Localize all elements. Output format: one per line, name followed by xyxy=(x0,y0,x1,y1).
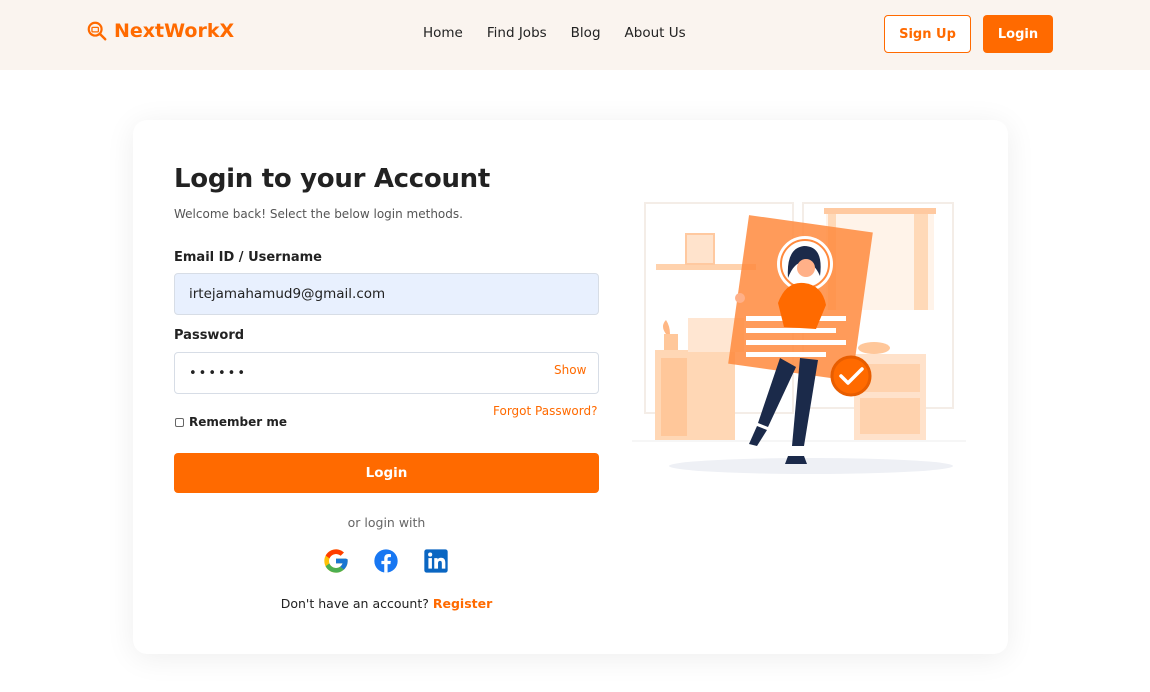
social-login-buttons xyxy=(322,547,450,575)
register-link[interactable]: Register xyxy=(433,596,492,611)
remember-me-checkbox[interactable] xyxy=(175,417,184,427)
forgot-password-link[interactable]: Forgot Password? xyxy=(493,404,597,418)
page-title: Login to your Account xyxy=(174,164,491,194)
or-login-with-text: or login with xyxy=(347,515,426,530)
password-input[interactable]: •••••• xyxy=(174,352,599,394)
register-prompt: Don't have an account? Register xyxy=(174,596,599,611)
password-input-value: •••••• xyxy=(189,365,248,381)
nav-link-about-us[interactable]: About Us xyxy=(625,25,686,41)
remember-me-label: Remember me xyxy=(189,415,287,429)
facebook-icon[interactable] xyxy=(372,547,400,575)
search-logo-icon xyxy=(87,21,107,41)
top-navbar: NextWorkX Home Find Jobs Blog About Us S… xyxy=(0,0,1150,70)
nav-link-blog[interactable]: Blog xyxy=(571,25,601,41)
password-label: Password xyxy=(174,328,245,343)
brand-name: NextWorkX xyxy=(114,20,235,42)
brand-logo[interactable]: NextWorkX xyxy=(86,20,234,42)
linkedin-icon[interactable] xyxy=(422,547,450,575)
nav-link-home[interactable]: Home xyxy=(423,25,463,41)
nav-links: Home Find Jobs Blog About Us xyxy=(423,25,686,41)
google-icon[interactable] xyxy=(322,547,350,575)
signup-button[interactable]: Sign Up xyxy=(884,15,971,53)
login-illustration xyxy=(632,202,966,474)
nav-login-button[interactable]: Login xyxy=(983,15,1053,53)
email-input-value: irtejamahamud9@gmail.com xyxy=(189,286,386,302)
email-label: Email ID / Username xyxy=(174,250,322,265)
show-password-toggle[interactable]: Show xyxy=(554,363,586,377)
login-submit-button[interactable]: Login xyxy=(174,453,599,493)
email-input[interactable]: irtejamahamud9@gmail.com xyxy=(174,273,599,315)
page-subtitle: Welcome back! Select the below login met… xyxy=(174,207,463,221)
nav-link-find-jobs[interactable]: Find Jobs xyxy=(487,25,547,41)
no-account-text: Don't have an account? xyxy=(280,596,429,611)
remember-me[interactable]: Remember me xyxy=(175,415,287,429)
